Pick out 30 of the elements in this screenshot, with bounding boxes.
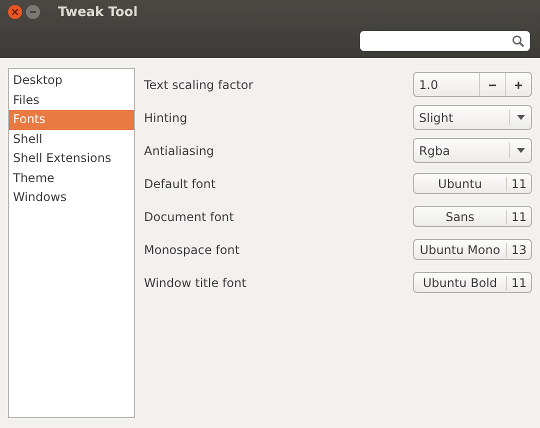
setting-label: Document font <box>144 210 234 224</box>
search-field[interactable] <box>360 31 530 51</box>
dropdown[interactable]: Rgba <box>413 138 532 163</box>
sidebar-item[interactable]: Theme <box>9 168 134 188</box>
setting-label: Monospace font <box>144 242 240 256</box>
setting-label: Default font <box>144 176 216 190</box>
search-icon <box>512 35 524 47</box>
minimize-icon[interactable] <box>26 5 40 19</box>
spin-value: 1.0 <box>418 78 440 92</box>
sidebar-item[interactable]: Files <box>9 90 134 110</box>
dropdown-arrow-icon <box>517 115 525 120</box>
font-button[interactable]: Sans 11 <box>413 206 532 227</box>
decrement-button[interactable]: − <box>479 73 505 96</box>
sidebar-item[interactable]: Desktop <box>9 71 134 90</box>
sidebar-item[interactable]: Windows <box>9 188 134 208</box>
dropdown[interactable]: Slight <box>413 105 532 130</box>
dropdown-arrow-icon <box>517 148 525 153</box>
font-button[interactable]: Ubuntu 11 <box>413 173 532 194</box>
spin-field[interactable]: 1.0 − + <box>413 72 532 97</box>
font-button[interactable]: Ubuntu Bold 11 <box>413 272 532 293</box>
window-title: Tweak Tool <box>58 4 138 20</box>
setting-label: Window title font <box>144 276 246 290</box>
font-button[interactable]: Ubuntu Mono 13 <box>413 239 532 260</box>
sidebar-item[interactable]: Shell Extensions <box>9 149 134 168</box>
setting-label: Text scaling factor <box>144 78 254 92</box>
sidebar-item[interactable]: Shell <box>9 130 134 149</box>
setting-label: Antialiasing <box>144 144 214 158</box>
increment-button[interactable]: + <box>505 73 531 96</box>
setting-label: Hinting <box>144 110 188 124</box>
close-icon[interactable] <box>8 5 22 19</box>
